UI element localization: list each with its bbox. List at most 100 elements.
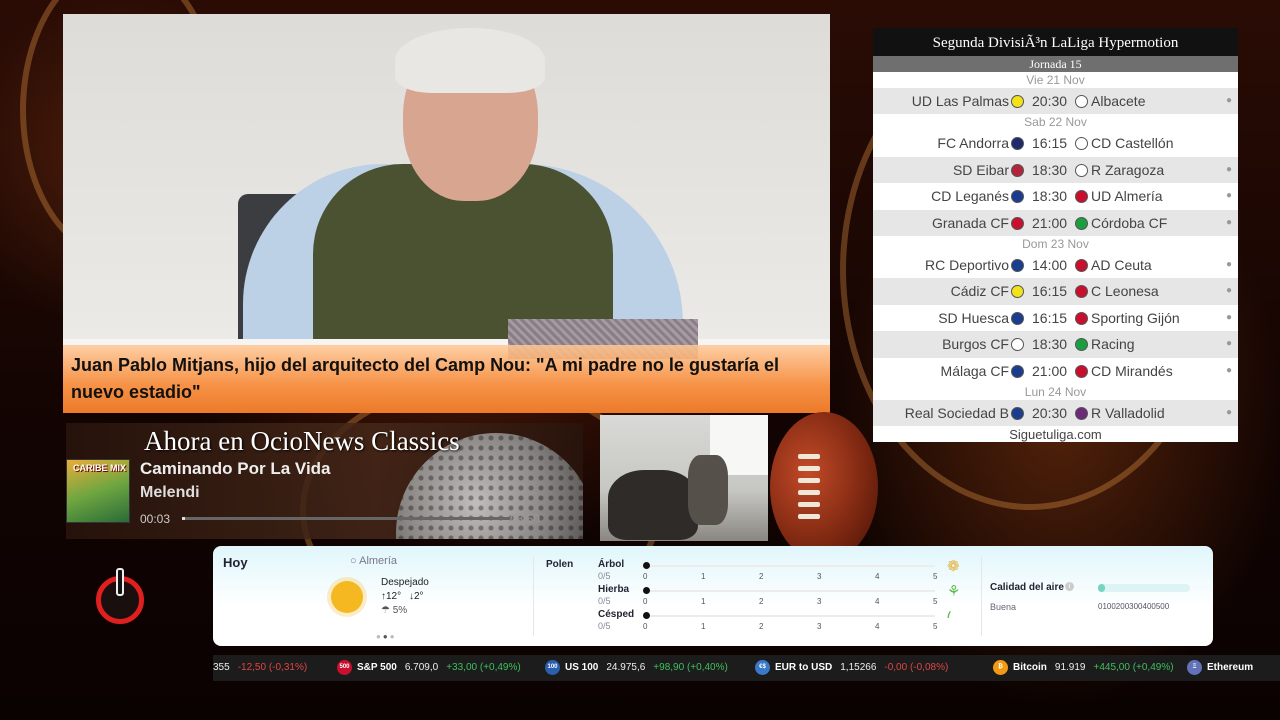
location-pin-icon[interactable]: ● [1226,252,1232,278]
temperature-low-value: 2° [414,591,424,602]
ticker-name: S&P 500 [357,662,397,673]
kickoff-time: 16:15 [1032,309,1068,326]
pollen-scale-tick: 1 [701,572,706,581]
pollen-marker [643,562,650,569]
album-cover-text: CARIBE MIX [73,463,127,473]
ticker-item[interactable]: Ξ Ethereum [1187,655,1261,681]
ticker-value: 91.919 [1054,662,1086,673]
ticker-item[interactable]: €$ EUR to USD 1,15266 -0,00 (-0,08%) [755,655,948,681]
home-crest-icon [1011,95,1024,108]
fixture-row[interactable]: FC Andorra 16:15 CD Castellón [873,130,1238,156]
ticker-name: EUR to USD [775,662,833,673]
fixture-row[interactable]: CD Leganés 18:30 UD Almería ● [873,183,1238,209]
carousel-dots[interactable]: ●●● [376,632,397,641]
ticker-value: 1,15266 [840,662,877,673]
news-card[interactable]: Juan Pablo Mitjans, hijo del arquitecto … [63,14,830,413]
away-team: Racing [1091,336,1135,353]
pollen-scale-tick: 2 [759,572,764,581]
away-team: AD Ceuta [1091,256,1152,273]
away-team: CD Castellón [1091,135,1174,152]
pollen-type: Árbol [598,559,625,570]
kickoff-time: 14:00 [1032,256,1068,273]
pollen-marker [643,587,650,594]
market-icon: Ξ [1187,659,1202,675]
location-pin-icon[interactable]: ● [1226,358,1232,384]
fixture-row[interactable]: Real Sociedad B 20:30 R Valladolid ● [873,399,1238,427]
fixtures-source-link[interactable]: Siguetuliga.com [873,427,1238,443]
ticker-value: 6.709,0 [404,662,439,673]
fixture-row[interactable]: Málaga CF 21:00 CD Mirandés ● [873,358,1238,384]
away-crest-icon [1075,137,1088,151]
fixture-row[interactable]: UD Las Palmas 20:30 Albacete ● [873,88,1238,115]
location-pin-icon[interactable]: ● [1226,183,1232,209]
fixture-date: Dom 23 Nov [873,235,1238,252]
pollen-marker [643,612,650,619]
temperature-low: ↓2° [409,591,424,602]
kickoff-time: 21:00 [1032,362,1068,379]
pollen-row: Hierba 0/5 0 1 2 3 4 5 ⚘ [598,583,961,608]
location-pin-icon[interactable]: ● [1226,305,1232,331]
grass-icon: ⚘ [947,583,961,600]
home-crest-icon [1011,285,1024,299]
location-pin-icon[interactable]: ● [1226,88,1232,114]
fixture-date: Sab 22 Nov [873,114,1238,131]
location-pin-icon[interactable]: ● [1226,157,1232,183]
pollen-scale-tick: 5 [933,622,938,631]
home-crest-icon [1011,216,1024,230]
ticker-change: +98,90 (+0,40%) [653,662,728,673]
fixture-row[interactable]: SD Eibar 18:30 R Zaragoza ● [873,156,1238,184]
ticker-item[interactable]: 355 -12,50 (-0,31%) [213,655,307,681]
temperature-high-value: 12° [386,591,402,602]
ticker-name: US 100 [565,662,599,673]
away-team: CD Mirandés [1091,362,1173,379]
pollen-scale-tick: 0 [643,622,648,631]
ticker-change: +33,00 (+0,49%) [446,662,521,673]
home-crest-icon [1011,190,1024,204]
playback-progress-bar[interactable] [182,517,510,520]
fixture-list: Vie 21 Nov UD Las Palmas 20:30 Albacete ● Sab… [873,72,1238,427]
info-icon[interactable]: i [1065,582,1074,591]
pollen-level: 0/5 [598,571,611,581]
home-team: CD Leganés [931,188,1009,205]
air-quality-fill [1098,584,1106,592]
temperature-high: ↑12° [381,591,401,602]
location-pin-icon[interactable]: ● [1226,278,1232,304]
news-headline[interactable]: Juan Pablo Mitjans, hijo del arquitecto … [63,345,830,413]
pollen-scale-tick: 4 [875,597,880,606]
fixture-row[interactable]: Burgos CF 18:30 Racing ● [873,331,1238,358]
kickoff-time: 18:30 [1032,188,1068,205]
market-icon: €$ [755,659,770,675]
home-crest-icon [1011,137,1024,151]
lawn-icon: ⹙ [947,609,952,626]
ticker-item[interactable]: ₿ Bitcoin 91.919 +445,00 (+0,49%) [993,655,1174,681]
location-pin-icon[interactable]: ● [1226,331,1232,357]
away-crest-icon [1075,311,1088,325]
away-team: UD Almería [1091,188,1163,205]
location-pin-icon[interactable]: ● [1226,210,1232,236]
location-pin-icon[interactable]: ● [1226,400,1232,426]
away-team: Córdoba CF [1091,214,1168,231]
pollen-scale-tick: 3 [817,572,822,581]
rain-chance-value: 5% [392,605,408,616]
ticker-item[interactable]: 100 US 100 24.975,6 +98,90 (+0,40%) [545,655,728,681]
ticker-item[interactable]: 500 S&P 500 6.709,0 +33,00 (+0,49%) [337,655,521,681]
now-playing-widget: Ahora en OcioNews Classics CARIBE MIX Ca… [66,423,583,539]
weather-location-label: Almería [359,555,398,567]
fixture-row[interactable]: Cádiz CF 16:15 C Leonesa ● [873,278,1238,305]
pollen-track [650,565,935,567]
fixture-row[interactable]: Granada CF 21:00 Córdoba CF ● [873,209,1238,236]
league-title: Segunda DivisiÃ³n LaLiga Hypermotion [873,28,1238,56]
away-crest-icon [1075,258,1088,272]
fixture-row[interactable]: SD Huesca 16:15 Sporting Gijón ● [873,305,1238,331]
home-team: FC Andorra [937,135,1009,152]
pollen-type: Césped [598,609,635,620]
away-crest-icon [1075,364,1088,378]
power-icon-stem [116,568,124,596]
power-button[interactable] [95,568,145,624]
song-artist: Melendi [140,484,200,501]
home-team: SD Eibar [952,161,1009,178]
weather-location[interactable]: ○ Almería [350,555,397,567]
home-team: Málaga CF [940,362,1009,379]
fixture-row[interactable]: RC Deportivo 14:00 AD Ceuta ● [873,252,1238,278]
market-icon: ₿ [993,659,1008,675]
